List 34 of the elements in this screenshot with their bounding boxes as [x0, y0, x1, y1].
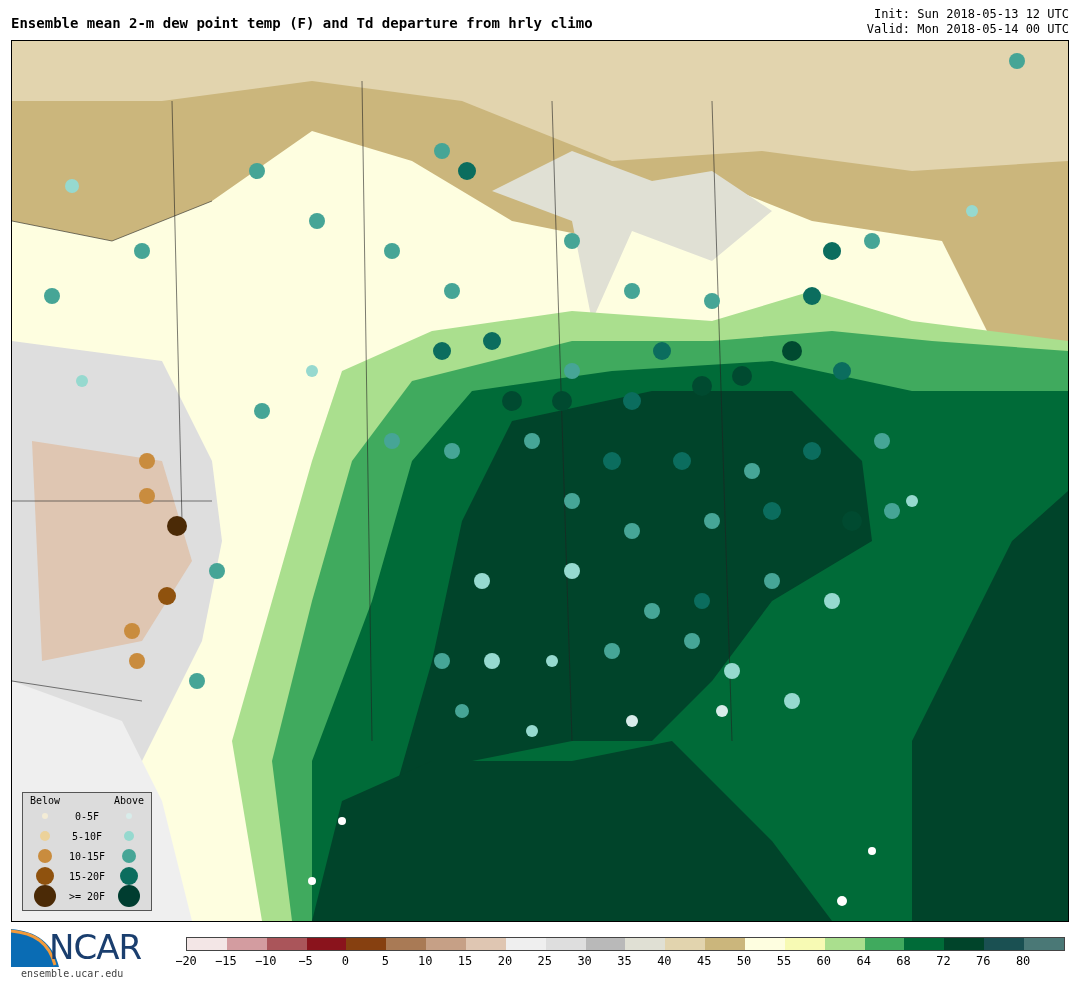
legend-label: 15-20F: [68, 870, 106, 882]
colorbar-tick-label: 25: [537, 954, 552, 968]
colorbar-tick-label: −20: [175, 954, 197, 968]
colorbar-tick-label: 60: [816, 954, 832, 968]
map-title: Ensemble mean 2-m dew point temp (F) and Td departure from hrly climo: [11, 15, 593, 31]
colorbar-tick-label: −15: [215, 954, 237, 968]
colorbar-tick-label: 10: [417, 954, 433, 968]
colorbar-tick-label: 72: [936, 954, 951, 968]
colorbar-tick-label: 80: [1015, 954, 1031, 968]
colorbar-tick-label: 15: [457, 954, 473, 968]
legend-label: 5-10F: [71, 830, 103, 842]
colorbar-tick-label: 50: [736, 954, 752, 968]
colorbar-tick-label: 35: [617, 954, 632, 968]
colorbar-tick-label: 40: [657, 954, 672, 968]
legend-heading: Above: [113, 795, 145, 806]
colorbar-tick-label: 0: [341, 954, 350, 968]
valid-time: Valid: Mon 2018-05-14 00 UTC: [866, 22, 1069, 37]
colorbar-tick-label: −10: [254, 954, 277, 968]
legend-heading: Below: [29, 795, 61, 806]
colorbar-tick-label: 76: [976, 954, 991, 968]
colorbar-tick-label: 20: [497, 954, 513, 968]
logo-wordmark: NCAR: [49, 927, 142, 967]
legend-label: 0-5F: [74, 810, 100, 822]
legend-label: 10-15F: [68, 850, 106, 862]
colorbar-tick-label: 5: [381, 954, 389, 968]
colorbar-tick-label: 68: [896, 954, 911, 968]
legend-label: >= 20F: [68, 890, 106, 902]
colorbar-tick-label: 45: [697, 954, 712, 968]
colorbar-tick-label: 64: [856, 954, 871, 968]
colorbar-tick-label: 55: [776, 954, 792, 968]
site-url: ensemble.ucar.edu: [21, 968, 125, 979]
colorbar-tick-label: 30: [577, 954, 592, 968]
colorbar-tick-label: −5: [298, 954, 313, 968]
init-time: Init: Sun 2018-05-13 12 UTC: [873, 7, 1069, 22]
